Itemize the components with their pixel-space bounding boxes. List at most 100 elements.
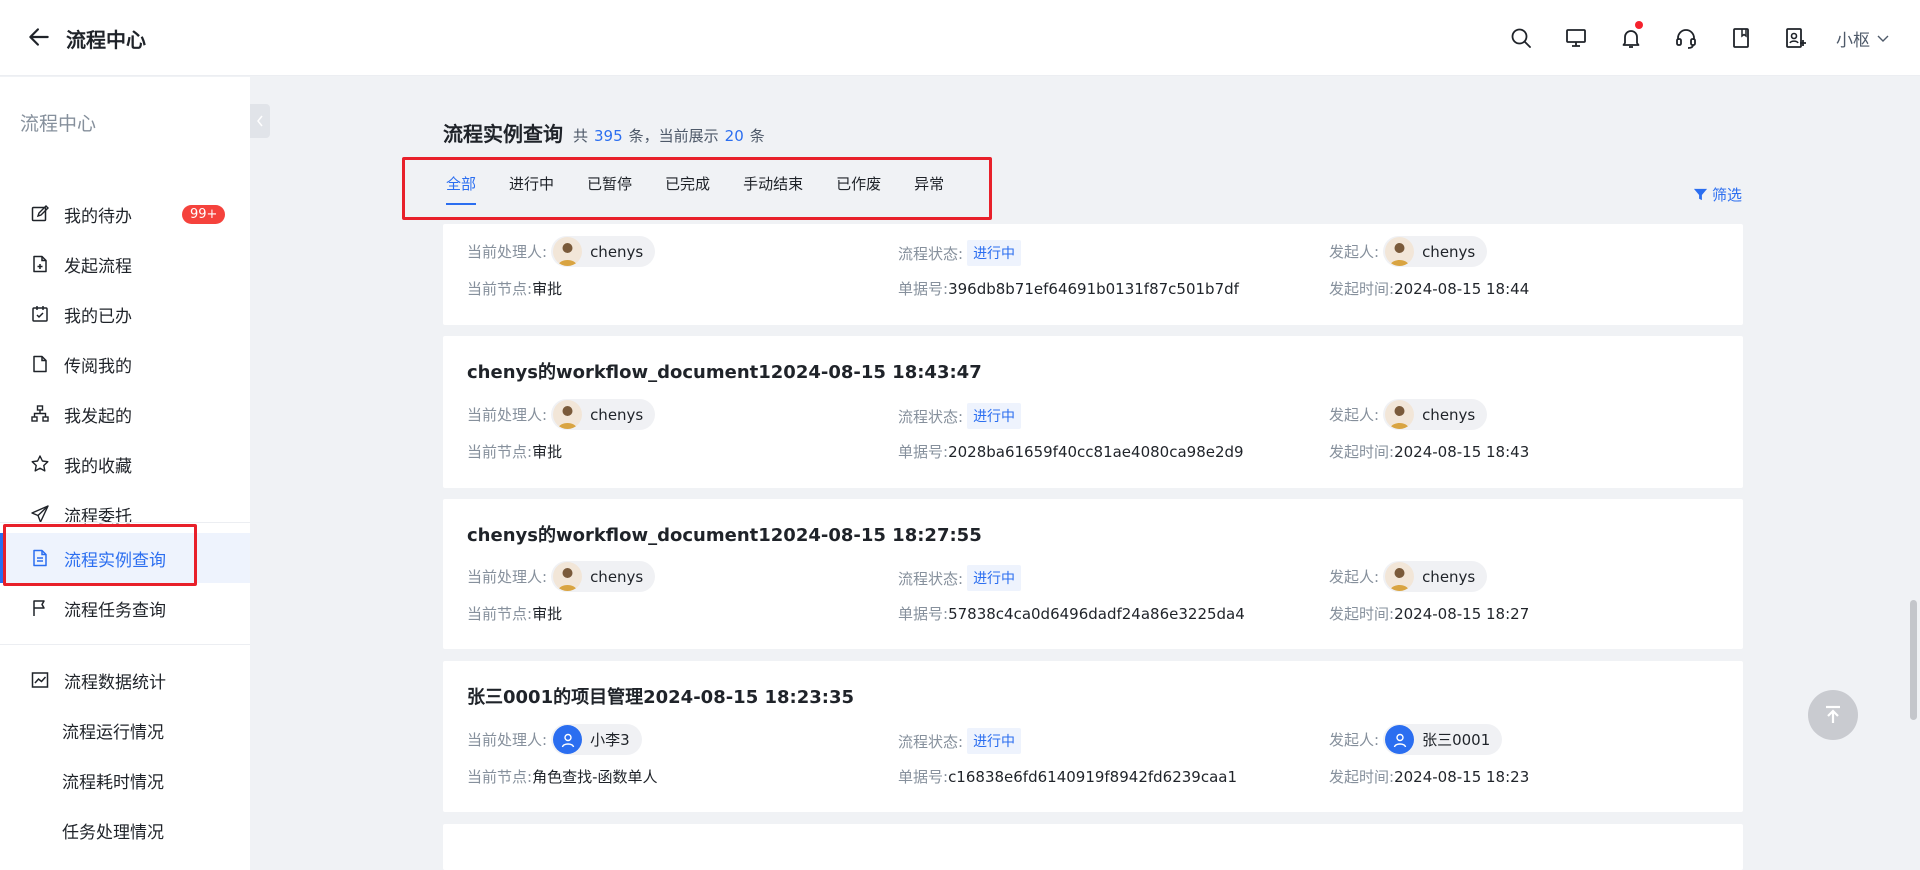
sidebar-item-start-process[interactable]: 发起流程 <box>0 239 250 289</box>
sidebar-item-label: 流程运行情况 <box>62 722 164 743</box>
sidebar-item-task-query[interactable]: 流程任务查询 <box>0 583 250 633</box>
chevron-left-icon <box>257 115 263 127</box>
field-label: 发起时间: <box>1329 280 1395 298</box>
tab-manually-ended[interactable]: 手动结束 <box>743 173 803 207</box>
file-text-icon <box>33 549 47 567</box>
field-label: 发起时间: <box>1329 605 1395 623</box>
start-time-value: 2024-08-15 18:27 <box>1394 604 1530 623</box>
search-icon[interactable] <box>1503 20 1539 56</box>
status-badge: 进行中 <box>967 403 1022 429</box>
initiator-chip: chenys <box>1383 236 1488 267</box>
flag-icon <box>33 600 45 616</box>
filter-icon <box>1693 188 1708 201</box>
initiator-field: 发起人: chenys <box>1329 561 1488 592</box>
instance-title[interactable]: chenys的workflow_document12024-08-15 18:2… <box>467 521 982 547</box>
handler-chip: chenys <box>551 561 656 592</box>
user-menu[interactable]: 小枢 <box>1836 26 1890 51</box>
doc-no-field: 单据号: 2028ba61659f40cc81ae4080ca98e2d9 <box>898 441 1244 462</box>
status-field: 流程状态: 进行中 <box>898 565 1022 591</box>
user-add-icon[interactable] <box>1778 20 1814 56</box>
field-label: 发起时间: <box>1329 768 1395 786</box>
instance-title[interactable]: chenys的workflow_document12024-08-15 18:4… <box>467 358 982 384</box>
page-header: 流程实例查询 共 395 条，当前展示 20 条 <box>443 118 765 147</box>
node-field: 当前节点: 审批 <box>467 603 562 624</box>
sidebar-item-time-cost[interactable]: 流程耗时情况 <box>0 755 250 805</box>
back-to-top-button[interactable] <box>1808 690 1858 740</box>
instance-card <box>443 824 1743 870</box>
chart-icon <box>31 672 49 688</box>
field-label: 流程状态: <box>898 407 964 426</box>
todo-count-badge: 99+ <box>182 204 226 224</box>
sidebar-item-instance-query[interactable]: 流程实例查询 <box>0 533 250 583</box>
sidebar-item-delegate[interactable]: 流程委托 <box>0 489 250 539</box>
handler-chip: chenys <box>551 399 656 430</box>
instance-card: chenys的workflow_document12024-08-15 18:4… <box>443 336 1743 488</box>
start-time-value: 2024-08-15 18:23 <box>1394 767 1530 786</box>
field-label: 发起人: <box>1329 406 1380 424</box>
node-value: 角色查找-函数单人 <box>532 768 658 786</box>
sidebar-item-run-status[interactable]: 流程运行情况 <box>0 705 250 755</box>
status-badge: 进行中 <box>967 565 1022 591</box>
sidebar-item-favorites[interactable]: 我的收藏 <box>0 439 250 489</box>
field-label: 单据号: <box>898 605 949 623</box>
sidebar-item-task-handling[interactable]: 任务处理情况 <box>0 805 250 855</box>
arrow-left-icon[interactable] <box>26 24 52 50</box>
sidebar-item-cc[interactable]: 传阅我的 <box>0 339 250 389</box>
field-label: 当前节点: <box>467 605 533 623</box>
field-label: 发起时间: <box>1329 443 1395 461</box>
avatar <box>1385 400 1415 429</box>
initiator-name: chenys <box>1422 405 1476 424</box>
sidebar-divider <box>0 644 250 645</box>
status-field: 流程状态: 进行中 <box>898 403 1022 429</box>
filter-button[interactable]: 筛选 <box>1693 184 1742 205</box>
scrollbar[interactable] <box>1910 600 1917 720</box>
sidebar-item-label: 我的收藏 <box>64 456 132 477</box>
field-label: 当前处理人: <box>467 731 548 749</box>
field-label: 流程状态: <box>898 569 964 588</box>
status-field: 流程状态: 进行中 <box>898 728 1022 754</box>
sidebar-item-label: 任务处理情况 <box>62 822 164 843</box>
handler-field: 当前处理人: chenys <box>467 236 656 267</box>
monitor-icon[interactable] <box>1558 20 1594 56</box>
sidebar-item-label: 流程任务查询 <box>64 600 166 621</box>
tab-all[interactable]: 全部 <box>446 173 477 207</box>
tab-exception[interactable]: 异常 <box>914 173 944 207</box>
node-field: 当前节点: 角色查找-函数单人 <box>467 766 657 787</box>
initiator-name: chenys <box>1422 567 1476 586</box>
star-icon <box>31 455 49 472</box>
app-title: 流程中心 <box>66 28 146 52</box>
handler-field: 当前处理人: 小李3 <box>467 724 642 755</box>
sidebar-item-statistics[interactable]: 流程数据统计 <box>0 655 250 705</box>
field-label: 单据号: <box>898 443 949 461</box>
tab-paused[interactable]: 已暂停 <box>587 173 632 207</box>
book-icon[interactable] <box>1723 20 1759 56</box>
handler-field: 当前处理人: chenys <box>467 399 656 430</box>
field-label: 当前节点: <box>467 443 533 461</box>
tab-voided[interactable]: 已作废 <box>836 173 881 207</box>
bell-icon[interactable] <box>1613 20 1649 56</box>
headset-icon[interactable] <box>1668 20 1704 56</box>
tab-in-progress[interactable]: 进行中 <box>509 173 554 207</box>
sidebar-item-todo[interactable]: 我的待办 99+ <box>0 189 250 239</box>
sidebar-item-label: 我发起的 <box>64 406 132 427</box>
org-chart-icon <box>31 405 49 422</box>
sidebar-item-label: 我的待办 <box>64 206 132 227</box>
calendar-check-icon <box>32 306 48 322</box>
sidebar-item-done[interactable]: 我的已办 <box>0 289 250 339</box>
sidebar-item-label: 流程数据统计 <box>64 672 166 693</box>
instance-card: chenys的workflow_document12024-08-15 18:2… <box>443 499 1743 649</box>
edit-icon <box>31 205 49 222</box>
sidebar-collapse-button[interactable] <box>250 104 270 138</box>
sidebar-item-initiated[interactable]: 我发起的 <box>0 389 250 439</box>
sidebar-heading: 流程中心 <box>20 113 97 135</box>
status-field: 流程状态: 进行中 <box>898 240 1022 266</box>
filter-label: 筛选 <box>1711 186 1742 204</box>
count-mid: 条，当前展示 <box>628 127 719 145</box>
node-field: 当前节点: 审批 <box>467 441 562 462</box>
handler-name: chenys <box>590 405 644 424</box>
tab-completed[interactable]: 已完成 <box>665 173 710 207</box>
handler-chip: chenys <box>551 236 656 267</box>
node-value: 审批 <box>532 605 563 623</box>
instance-title[interactable]: 张三0001的项目管理2024-08-15 18:23:35 <box>467 683 854 709</box>
start-time-field: 发起时间: 2024-08-15 18:23 <box>1329 766 1529 787</box>
